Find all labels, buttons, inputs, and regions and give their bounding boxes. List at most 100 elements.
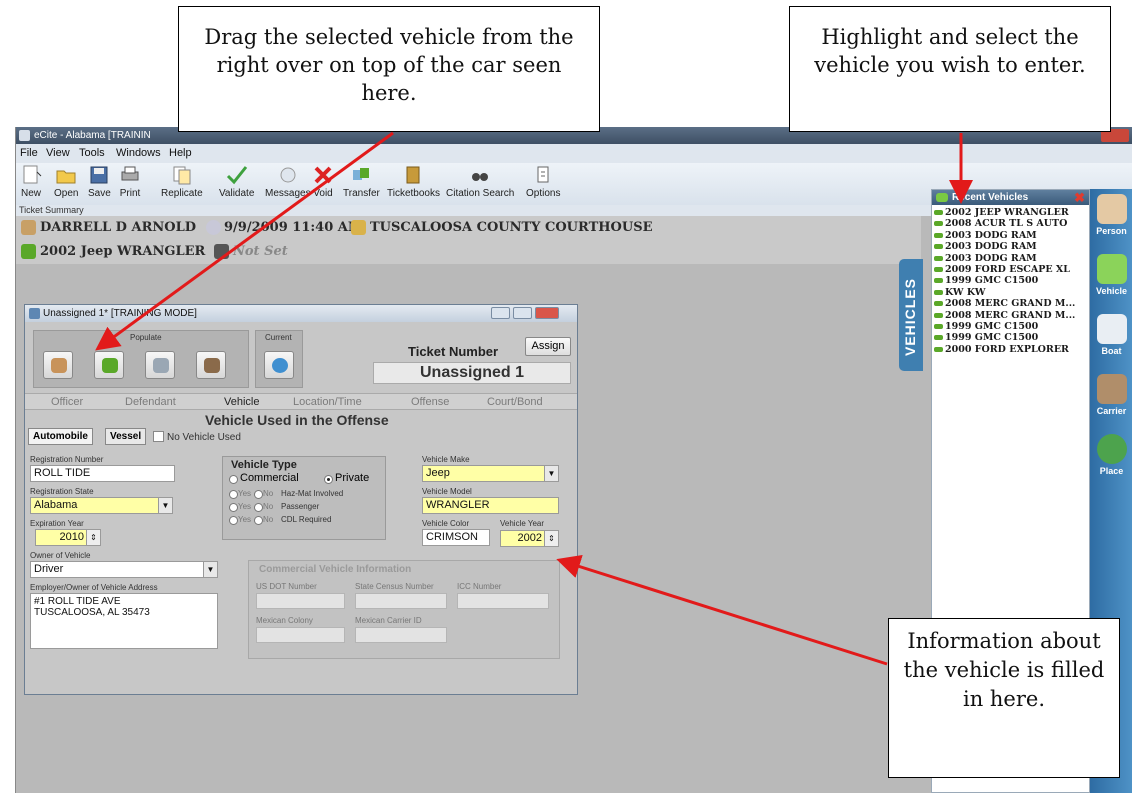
options-button[interactable]: Options	[526, 165, 560, 199]
private-radio[interactable]	[324, 475, 333, 484]
save-button[interactable]: Save	[88, 165, 111, 199]
icc-field[interactable]	[457, 593, 549, 609]
expiration-year-stepper[interactable]: 2010 ⇕	[35, 529, 101, 546]
passenger-no-label: No	[263, 502, 274, 511]
registration-number-field[interactable]: ROLL TIDE	[30, 465, 175, 482]
automobile-tab[interactable]: Automobile	[28, 428, 93, 445]
hazmat-no-radio[interactable]	[254, 490, 263, 499]
list-item[interactable]: 1999 GMC C1500	[932, 275, 1089, 286]
list-item[interactable]: 1999 GMC C1500	[932, 321, 1089, 332]
vehicle-make-select[interactable]: Jeep ▼	[422, 465, 559, 482]
vehicles-side-tab[interactable]: VEHICLES	[899, 259, 923, 371]
ticketbook-icon	[406, 166, 420, 184]
list-item[interactable]: 2003 DODG RAM	[932, 253, 1089, 264]
print-button[interactable]: Print	[119, 165, 141, 199]
no-vehicle-checkbox[interactable]	[153, 431, 164, 442]
truck-icon	[1096, 374, 1127, 404]
tab-officer[interactable]: Officer	[51, 396, 83, 408]
vehicle-year-stepper[interactable]: 2002 ⇕	[500, 530, 559, 547]
stepper-icon[interactable]: ⇕	[544, 531, 558, 546]
sidebar-item-person[interactable]: Person	[1090, 189, 1132, 247]
menu-help[interactable]: Help	[169, 147, 192, 159]
list-item[interactable]: 2003 DODG RAM	[932, 230, 1089, 241]
list-item[interactable]: 1999 GMC C1500	[932, 332, 1089, 343]
void-label: Void	[313, 188, 333, 199]
messages-button[interactable]: Messages	[265, 165, 311, 199]
tab-vehicle[interactable]: Vehicle	[224, 396, 259, 408]
cdl-no-radio[interactable]	[254, 516, 263, 525]
cdl-yes-radio[interactable]	[229, 516, 238, 525]
list-item[interactable]: KW KW	[932, 287, 1089, 298]
list-item[interactable]: 2000 FORD EXPLORER	[932, 344, 1089, 355]
minimize-icon[interactable]	[491, 307, 510, 319]
options-icon	[537, 166, 549, 183]
menu-file[interactable]: File	[20, 147, 38, 159]
state-census-field[interactable]	[355, 593, 447, 609]
recent-vehicles-list: 2002 JEEP WRANGLER 2008 ACUR TL S AUTO 2…	[932, 205, 1089, 355]
list-item[interactable]: 2008 MERC GRAND M...	[932, 310, 1089, 321]
replicate-label: Replicate	[161, 188, 203, 199]
current-location-button[interactable]	[264, 351, 294, 379]
tab-court-bond[interactable]: Court/Bond	[487, 396, 543, 408]
mexican-colony-field[interactable]	[256, 627, 345, 643]
ticketbooks-button[interactable]: Ticketbooks	[387, 165, 440, 199]
citation-search-button[interactable]: Citation Search	[446, 165, 514, 199]
app-icon	[19, 130, 30, 141]
sidebar-item-boat[interactable]: Boat	[1090, 309, 1132, 367]
tab-offense[interactable]: Offense	[411, 396, 449, 408]
list-item[interactable]: 2003 DODG RAM	[932, 241, 1089, 252]
employer-address-textarea[interactable]: #1 ROLL TIDE AVE TUSCALOOSA, AL 35473	[30, 593, 218, 649]
mexican-carrier-field[interactable]	[355, 627, 447, 643]
passenger-yes-radio[interactable]	[229, 503, 238, 512]
list-item[interactable]: 2008 MERC GRAND M...	[932, 298, 1089, 309]
sidebar-item-carrier[interactable]: Carrier	[1090, 369, 1132, 427]
vehicles-tab-label: VEHICLES	[902, 277, 918, 356]
courthouse-location[interactable]: TUSCALOOSA COUNTY COURTHOUSE	[370, 220, 653, 235]
tab-defendant[interactable]: Defendant	[125, 396, 176, 408]
validate-button[interactable]: Validate	[219, 165, 254, 199]
list-item[interactable]: 2008 ACUR TL S AUTO	[932, 218, 1089, 229]
us-dot-field[interactable]	[256, 593, 345, 609]
menu-windows[interactable]: Windows	[116, 147, 161, 159]
car-icon	[102, 358, 118, 373]
menu-tools[interactable]: Tools	[79, 147, 105, 159]
officer-name[interactable]: DARRELL D ARNOLD	[40, 220, 196, 235]
transfer-button[interactable]: Transfer	[343, 165, 380, 199]
list-item[interactable]: 2002 JEEP WRANGLER	[932, 207, 1089, 218]
open-button[interactable]: Open	[54, 165, 78, 199]
owner-select[interactable]: Driver ▼	[30, 561, 218, 578]
vehicle-summary[interactable]: 2002 Jeep WRANGLER	[40, 244, 205, 259]
maximize-icon[interactable]	[513, 307, 532, 319]
sidebar-item-place[interactable]: Place	[1090, 429, 1132, 487]
assign-button[interactable]: Assign	[525, 337, 571, 356]
tab-location-time[interactable]: Location/Time	[293, 396, 362, 408]
new-button[interactable]: New	[20, 165, 42, 199]
menu-view[interactable]: View	[46, 147, 70, 159]
chevron-down-icon[interactable]: ▼	[203, 562, 217, 577]
hazmat-yes-radio[interactable]	[229, 490, 238, 499]
registration-state-select[interactable]: Alabama ▼	[30, 497, 173, 514]
list-item[interactable]: 2009 FORD ESCAPE XL	[932, 264, 1089, 275]
populate-person-button[interactable]	[43, 351, 73, 379]
vessel-tab[interactable]: Vessel	[105, 428, 147, 445]
close-icon[interactable]	[535, 307, 559, 319]
commercial-radio[interactable]	[229, 475, 238, 484]
vehicle-model-label: Vehicle Model	[422, 487, 472, 496]
populate-boat-button[interactable]	[145, 351, 175, 379]
cdl-label: CDL Required	[281, 515, 332, 524]
populate-vehicle-button[interactable]	[94, 351, 124, 379]
stepper-icon[interactable]: ⇕	[86, 530, 100, 545]
vehicle-model-field[interactable]: WRANGLER	[422, 497, 559, 514]
not-set-label[interactable]: Not Set	[233, 244, 288, 259]
ticket-datetime[interactable]: 9/9/2009 11:40 AM	[224, 220, 362, 235]
replicate-button[interactable]: Replicate	[161, 165, 203, 199]
populate-carrier-button[interactable]	[196, 351, 226, 379]
vehicle-color-field[interactable]: CRIMSON	[422, 529, 490, 546]
close-icon[interactable]: ✖	[1074, 190, 1085, 205]
sidebar-item-vehicle[interactable]: Vehicle	[1090, 249, 1132, 307]
populate-group: Populate	[33, 330, 249, 388]
passenger-no-radio[interactable]	[254, 503, 263, 512]
chevron-down-icon[interactable]: ▼	[158, 498, 172, 513]
void-button[interactable]: Void	[312, 165, 334, 199]
chevron-down-icon[interactable]: ▼	[544, 466, 558, 481]
